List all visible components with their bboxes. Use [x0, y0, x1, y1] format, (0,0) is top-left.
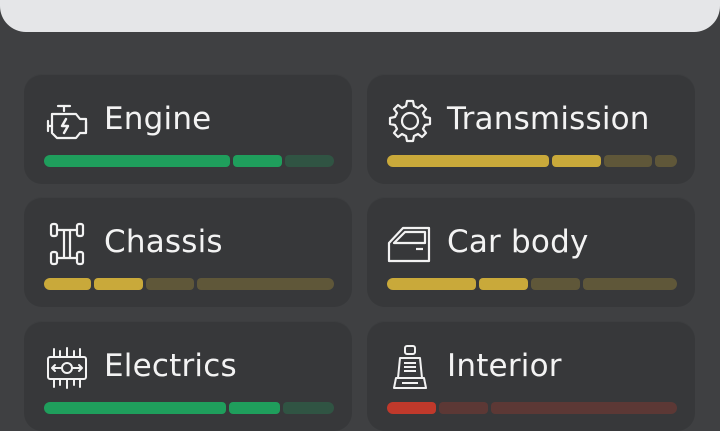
top-panel	[0, 0, 720, 32]
system-card-electrics[interactable]: Electrics	[24, 321, 352, 431]
system-card-engine[interactable]: Engine	[24, 74, 352, 184]
health-bar-segment	[228, 402, 280, 414]
health-bar	[387, 402, 677, 414]
health-bar-segment	[531, 278, 581, 290]
system-label: Electrics	[104, 348, 237, 384]
health-bar-segment	[44, 155, 231, 167]
health-bar-segment	[603, 155, 653, 167]
system-label: Engine	[104, 101, 212, 137]
gear-icon	[385, 96, 435, 146]
health-bar-segment	[145, 278, 195, 290]
health-bar	[44, 155, 334, 167]
chassis-icon	[42, 219, 92, 269]
health-bar-segment	[44, 402, 226, 414]
health-bar	[44, 402, 334, 414]
health-bar-segment	[285, 155, 334, 167]
health-bar-segment	[551, 155, 601, 167]
health-bar-segment	[387, 278, 476, 290]
health-bar-segment	[44, 278, 91, 290]
system-card-interior[interactable]: Interior	[367, 321, 695, 431]
health-bar-segment	[438, 402, 488, 414]
health-bar-segment	[93, 278, 143, 290]
health-bar	[387, 278, 677, 290]
health-bar-segment	[387, 402, 436, 414]
system-label: Car body	[447, 224, 589, 260]
health-bar-segment	[387, 155, 549, 167]
system-label: Interior	[447, 348, 562, 384]
system-card-chassis[interactable]: Chassis	[24, 197, 352, 307]
health-bar	[44, 278, 334, 290]
car-door-icon	[385, 219, 435, 269]
health-bar-segment	[233, 155, 283, 167]
health-bar-segment	[583, 278, 677, 290]
health-bar-segment	[490, 402, 677, 414]
system-card-car-body[interactable]: Car body	[367, 197, 695, 307]
health-bar-segment	[282, 402, 334, 414]
system-card-transmission[interactable]: Transmission	[367, 74, 695, 184]
circuit-board-icon	[42, 343, 92, 393]
system-label: Chassis	[104, 224, 223, 260]
engine-icon	[42, 96, 92, 146]
health-bar-segment	[655, 155, 677, 167]
car-seat-icon	[385, 343, 435, 393]
health-bar	[387, 155, 677, 167]
health-bar-segment	[197, 278, 334, 290]
health-bar-segment	[478, 278, 529, 290]
system-label: Transmission	[447, 101, 650, 137]
